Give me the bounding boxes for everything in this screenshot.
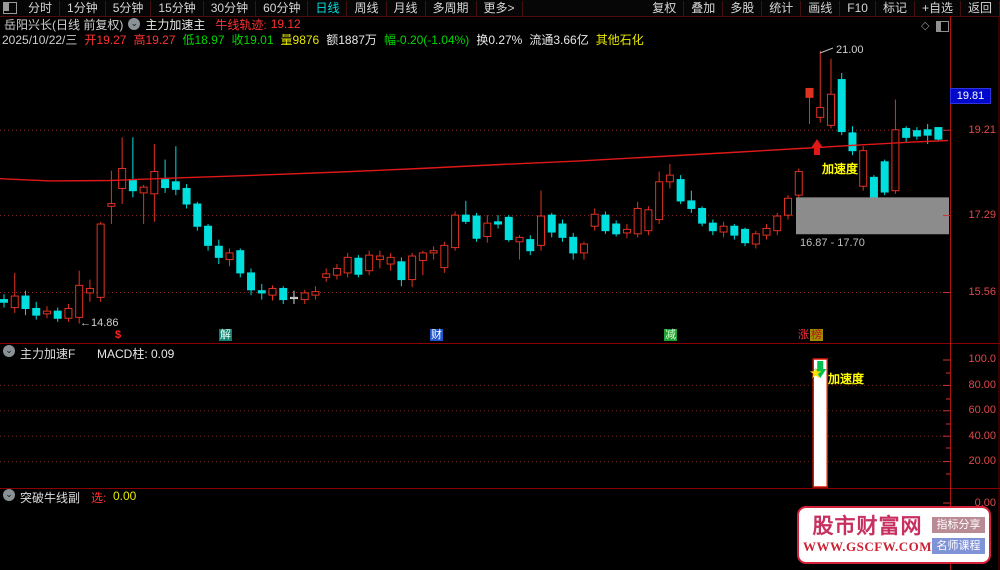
watermark-badge-indicators[interactable]: 指标分享 [932,516,985,533]
axis-label-1729: 17.29 [968,209,996,221]
watermark-left: 股市财富网 WWW.GSCFW.COM [803,515,932,555]
panel2-axis-20: 20.00 [968,455,996,467]
low-price-annotation: ←14.86 [80,317,119,329]
axis-label-1556: 15.56 [968,286,996,298]
panel2-axis-100: 100.0 [968,353,996,365]
acceleration-label-main: 加速度 [822,162,859,176]
watermark-right: 指标分享 名师课程 [932,516,985,554]
event-badge-jian[interactable]: 减 [664,329,677,341]
high-price-annotation: 21.00 [836,44,864,56]
current-price-badge: 19.81 [950,88,991,104]
event-badge-jie[interactable]: 解 [219,329,232,341]
candlestick-chart[interactable] [0,0,1000,570]
panel3-title[interactable]: 突破牛线副 [20,489,80,506]
event-badge-dollar[interactable]: $ [114,329,122,341]
watermark-badge-courses[interactable]: 名师课程 [932,537,985,554]
zone-range-label: 16.87 - 17.70 [800,237,865,249]
watermark-site-name[interactable]: 股市财富网 [803,515,932,539]
panel3-collapse-icon[interactable]: ⌄ [3,489,15,501]
axis-label-1921: 19.21 [968,124,996,136]
panel2-axis-80: 80.00 [968,379,996,391]
panel2-axis-60: 60.00 [968,404,996,416]
acceleration-label-panel2: 加速度 [828,372,865,386]
panel3-sel-value: 0.00 [113,489,137,503]
panel3-sel-label: 选: [91,491,107,505]
watermark-box: 股市财富网 WWW.GSCFW.COM 指标分享 名师课程 [797,506,991,564]
event-badge-zhang[interactable]: 涨 [797,329,810,341]
event-badge-cai[interactable]: 财 [430,329,443,341]
panel2-axis-40: 40.00 [968,430,996,442]
watermark-url[interactable]: WWW.GSCFW.COM [803,539,932,555]
event-badge-bang[interactable]: 榜 [810,329,823,341]
panel2-collapse-icon[interactable]: ⌄ [3,345,15,357]
star-marker: ★ [809,365,823,382]
panel2-macd-value: MACD柱: 0.09 [97,347,175,361]
panel2-title[interactable]: 主力加速F [20,345,75,362]
